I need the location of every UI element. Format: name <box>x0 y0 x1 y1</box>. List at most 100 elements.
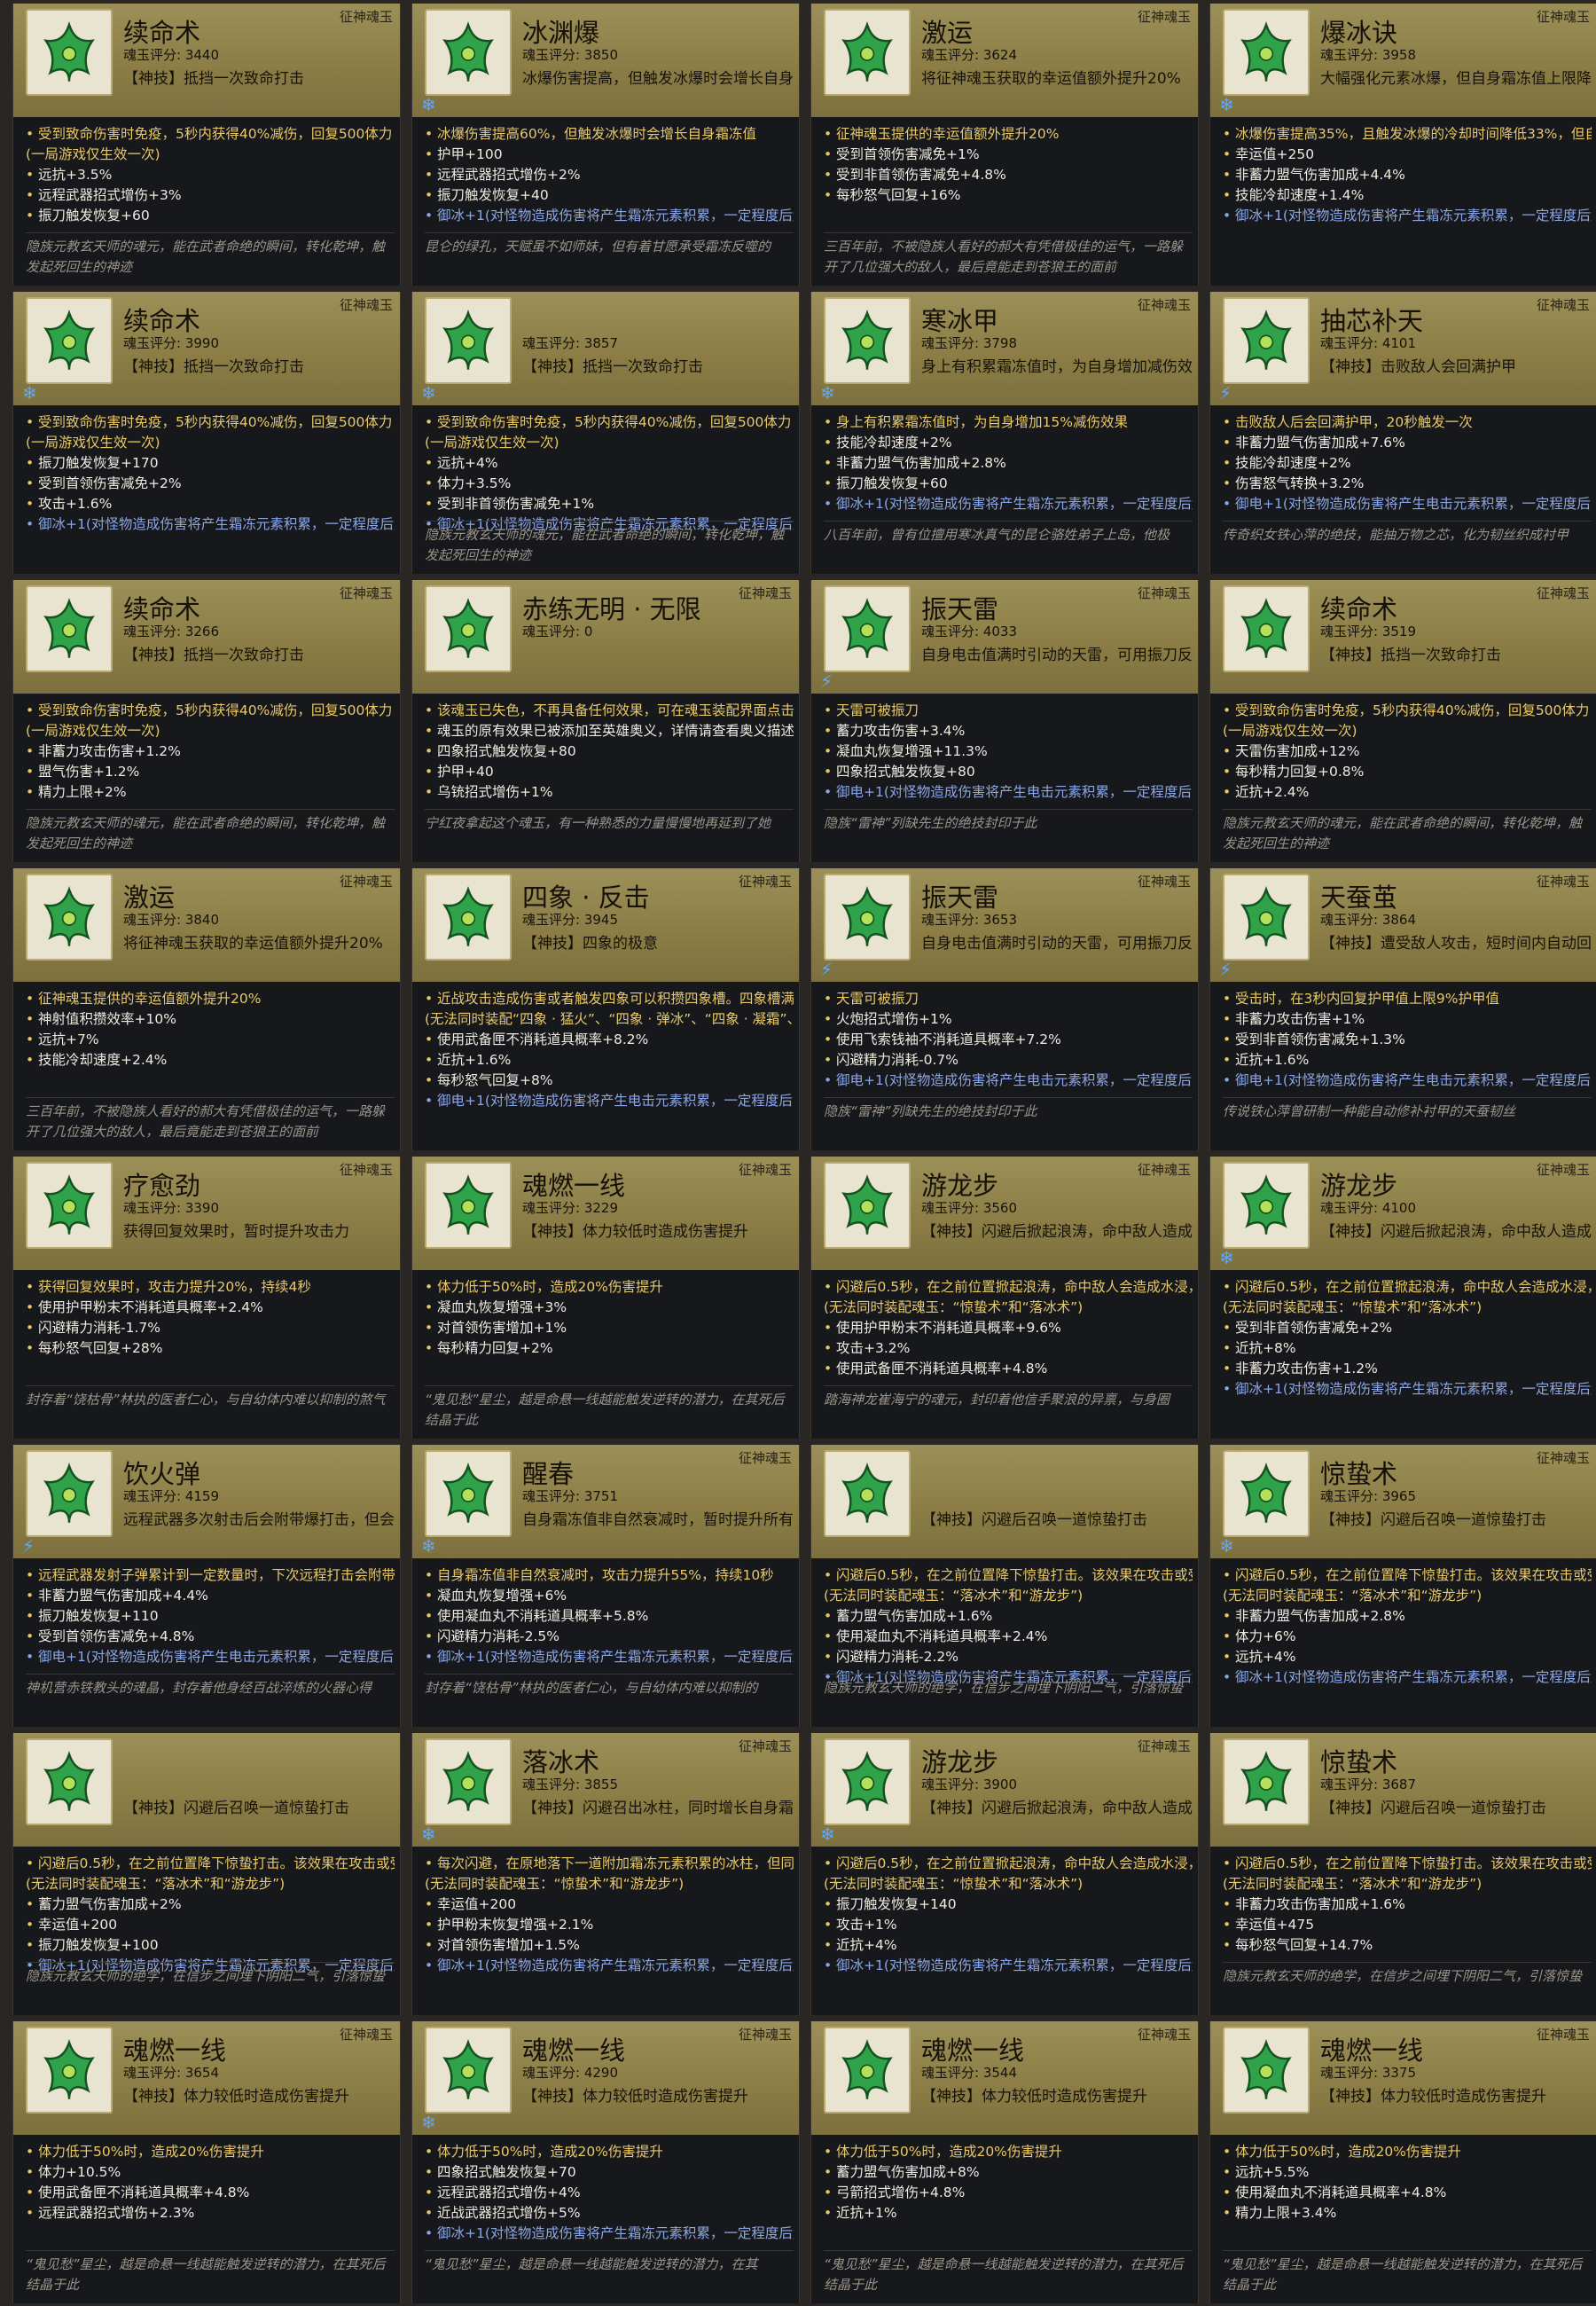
stat-line: • 非蓄力盟气伤害加成+7.6% <box>1223 435 1405 451</box>
jade-name: 魂燃一线 <box>522 2035 626 2066</box>
soul-jade-card[interactable]: 征神魂玉 疗愈劲 魂玉评分: 3390 获得回复效果时，暂时提升攻击力 • 获得回复效果时… <box>12 1157 401 1439</box>
soul-jade-card[interactable]: 征神魂玉 续命术 魂玉评分: 3519 【神技】抵挡一次致命打击 • 受到致命伤害时免疫，… <box>1209 580 1596 862</box>
jade-score: 魂玉评分: 4100 <box>1320 1200 1416 1216</box>
stat-line: • 体力低于50%时，造成20%伤害提升 <box>425 1279 663 1295</box>
soul-jade-card[interactable]: 征神魂玉 续命术 魂玉评分: 3440 【神技】抵挡一次致命打击 • 受到致命伤害时免疫，… <box>12 4 401 286</box>
soul-jade-card[interactable]: 征神魂玉 ❄ 续命术 魂玉评分: 3990 【神技】抵挡一次致命打击 • 受到致命伤害时免疫… <box>12 292 401 574</box>
jade-icon <box>26 2027 113 2114</box>
soul-jade-card[interactable]: 征神魂玉 激运 魂玉评分: 3840 将征神魂玉获取的幸运值额外提升20% • 征神魂玉提… <box>12 868 401 1150</box>
lore-text: 封存着“饶枯骨”林执的医者仁心，与自幼体内难以抑制的 <box>425 1674 794 1698</box>
stat-line: • 每秒怒气回复+14.7% <box>1223 1937 1373 1953</box>
stat-line: • 远抗+4% <box>1223 1649 1296 1665</box>
jade-icon <box>824 1450 911 1537</box>
stat-line: • 受到首领伤害减免+4.8% <box>26 1628 195 1644</box>
soul-jade-card[interactable]: 征神魂玉 ❄ 游龙步 魂玉评分: 4100 【神技】闪避后掀起浪涛，命中敌人造成水浸 • 闪… <box>1209 1157 1596 1439</box>
jade-score: 魂玉评分: 3654 <box>123 2065 219 2081</box>
card-tag: 征神魂玉 <box>1536 1450 1590 1466</box>
soul-jade-card[interactable]: 征神魂玉 游龙步 魂玉评分: 3560 【神技】闪避后掀起浪涛，命中敌人造成水浸 • 闪避… <box>810 1157 1199 1439</box>
stat-line: • 护甲粉末恢复增强+2.1% <box>425 1917 594 1933</box>
stat-line: • 攻击+1.6% <box>26 496 113 512</box>
soul-jade-card[interactable]: 征神魂玉 ❄ 游龙步 魂玉评分: 3900 【神技】闪避后掀起浪涛，命中敌人造成水浸 • 闪… <box>810 1733 1199 2015</box>
soul-jade-card[interactable]: 征神魂玉 ⚡ 振天雷 魂玉评分: 3653 自身电击值满时引动的天雷，可用振刀反射出 • 天… <box>810 868 1199 1150</box>
soul-jade-card[interactable]: 征神魂玉 赤练无明 · 无限 魂玉评分: 0 • 该魂玉已失色，不再具备任何效果，可在魂… <box>411 580 800 862</box>
card-tag: 征神魂玉 <box>738 1162 792 1178</box>
stat-line: • 使用武备匣不消耗道具概率+4.8% <box>26 2184 250 2200</box>
lore-text: 宁红夜拿起这个魂玉，有一种熟悉的力量慢慢地再延到了她 <box>425 809 794 834</box>
jade-score: 魂玉评分: 0 <box>522 624 593 639</box>
stat-line: • 远抗+7% <box>26 1031 99 1047</box>
soul-jade-card[interactable]: 征神魂玉 ❄ 落冰术 魂玉评分: 3855 【神技】闪避召出冰柱，同时增长自身霜冻值 • 每… <box>411 1733 800 2015</box>
soul-jade-card[interactable]: 征神魂玉 魂燃一线 魂玉评分: 3654 【神技】体力较低时造成伤害提升 • 体力低于50… <box>12 2021 401 2303</box>
stat-line: • 体力+3.5% <box>425 475 512 491</box>
jade-score: 魂玉评分: 3229 <box>522 1200 618 1216</box>
stat-line: • 受到致命伤害时免疫，5秒内获得40%减伤，回复500体力 <box>1223 702 1590 718</box>
element-icon: ❄ <box>421 1535 436 1557</box>
soul-jade-card[interactable]: ❄ 冰渊爆魂玉评分: 3850 冰爆伤害提高，但触发冰爆时会增长自身霜冻值 •冰爆伤害… <box>411 4 800 286</box>
card-tag: 征神魂玉 <box>1137 9 1191 25</box>
lore-text: 隐族元教玄天师的魂元，能在武者命绝的瞬间，转化乾坤，触发起死回生的神迹 <box>26 809 395 854</box>
card-tag: 征神魂玉 <box>1536 1162 1590 1178</box>
jade-icon <box>824 874 911 961</box>
stat-line: • 使用凝血丸不消耗道具概率+2.4% <box>824 1628 1048 1644</box>
soul-jade-card[interactable]: 征神魂玉 魂燃一线 魂玉评分: 3375 【神技】体力较低时造成伤害提升 • 体力低于50… <box>1209 2021 1596 2303</box>
stat-list: •闪避后0.5秒，在之前位置掀起浪涛，命中敌人会造成水浸，该效果在攻击或受击后1… <box>824 1277 1193 1379</box>
jade-effect: 【神技】闪避后掀起浪涛，命中敌人造成水浸 <box>921 1223 1193 1241</box>
jade-score: 魂玉评分: 3798 <box>921 335 1017 351</box>
soul-jade-card[interactable]: ❄ 魂玉评分: 3857 【神技】抵挡一次致命打击 • 受到致命伤害时免疫，5秒内获得4… <box>411 292 800 574</box>
stat-line: • 受到非首领伤害减免+2% <box>1223 1320 1393 1336</box>
soul-jade-card[interactable]: 征神魂玉 ❄ 寒冰甲 魂玉评分: 3798 身上有积累霜冻值时，为自身增加减伤效果 • 身上… <box>810 292 1199 574</box>
soul-jade-card[interactable]: 征神魂玉 ⚡ 振天雷 魂玉评分: 4033 自身电击值满时引动的天雷，可用振刀反射出 • 天… <box>810 580 1199 862</box>
element-icon: ⚡ <box>820 959 833 980</box>
soul-jade-card[interactable]: 征神魂玉 ❄ 爆冰诀 魂玉评分: 3958 大幅强化元素冰爆，但自身霜冻值上限降低 • 冰爆… <box>1209 4 1596 286</box>
soul-jade-card[interactable]: 征神魂玉 ⚡ 抽芯补天 魂玉评分: 4101 【神技】击败敌人会回满护甲 • 击败敌人后会回… <box>1209 292 1596 574</box>
jade-icon <box>824 297 911 384</box>
stat-line: •闪避后0.5秒，在之前位置降下惊蛰打击。该效果在攻击或受击后15秒内才会触发 <box>1223 1855 1592 1871</box>
stat-line: • 乌铳招式增伤+1% <box>425 784 553 800</box>
element-icon: ❄ <box>820 1824 835 1845</box>
soul-jade-card[interactable]: ⚡ 饮火弹魂玉评分: 4159 远程武器多次射击后会附带爆打击，但会使自身灼 •远程武… <box>12 1445 401 1727</box>
stat-line: • 振刀触发恢复+140 <box>824 1896 957 1912</box>
jade-icon <box>425 297 512 384</box>
soul-jade-card[interactable]: 惊蛰术 魂玉评分: 3687 【神技】闪避后召唤一道惊蛰打击 • 闪避后0.5秒，在之前… <box>1209 1733 1596 2015</box>
stat-list: • 受到致命伤害时免疫，5秒内获得40%减伤，回复500体力 (一局游戏仅生效一次)… <box>26 412 395 535</box>
jade-effect: 【神技】抵挡一次致命打击 <box>123 647 304 664</box>
soul-jade-card[interactable]: 征神魂玉 四象 · 反击 魂玉评分: 3945 【神技】四象的极意 • 近战攻击造成伤害或… <box>411 868 800 1150</box>
stat-list: • 体力低于50%时，造成20%伤害提升 • 远抗+5.5% • 使用凝血丸不消耗道具概率… <box>1223 2142 1592 2224</box>
soul-jade-card[interactable]: 征神魂玉 魂燃一线 魂玉评分: 3229 【神技】体力较低时造成伤害提升 • 体力低于50… <box>411 1157 800 1439</box>
stat-line: • 近战武器招式增伤+5% <box>425 2205 581 2221</box>
soul-jade-card[interactable]: 征神魂玉 ⚡ 天蚕茧魂玉评分: 3864 【神技】遭受敌人攻击，短时间内自动回复护甲值… <box>1209 868 1596 1150</box>
jade-score: 魂玉评分: 3850 <box>522 47 618 63</box>
jade-score: 魂玉评分: 3945 <box>522 912 618 928</box>
element-icon: ⚡ <box>22 1535 35 1557</box>
soul-jade-card[interactable]: 征神魂玉 ❄ 醒春魂玉评分: 3751 自身霜冻值非自然衰减时，暂时提升所有打击伤害 •… <box>411 1445 800 1727</box>
jade-score: 魂玉评分: 3965 <box>1320 1488 1416 1504</box>
soul-jade-card[interactable]: 征神魂玉 ❄ 魂燃一线 魂玉评分: 4290 【神技】体力较低时造成伤害提升 • 体力低于5… <box>411 2021 800 2303</box>
stat-line: • 身上有积累霜冻值时，为自身增加15%减伤效果 <box>824 414 1128 430</box>
stat-line: • 受到首领伤害减免+1% <box>824 146 980 162</box>
jade-icon <box>425 1738 512 1825</box>
element-icon: ❄ <box>820 382 835 404</box>
stat-line: •御冰+1(对怪物造成伤害将产生霜冻元素积累，一定程度后触发冰爆) <box>1223 208 1592 224</box>
stat-line: • 蓄力盟气伤害加成+8% <box>824 2164 980 2180</box>
stat-line: • 体力低于50%时，造成20%伤害提升 <box>1223 2144 1461 2160</box>
stat-list: • 受到致命伤害时免疫，5秒内获得40%减伤，回复500体力 (一局游戏仅生效一次)… <box>425 412 794 535</box>
soul-jade-card[interactable]: 征神魂玉 续命术 魂玉评分: 3266 【神技】抵挡一次致命打击 • 受到致命伤害时免疫，… <box>12 580 401 862</box>
soul-jade-card[interactable]: 征神魂玉 激运 魂玉评分: 3624 将征神魂玉获取的幸运值额外提升20% • 征神魂玉提… <box>810 4 1199 286</box>
jade-name: 饮火弹 <box>123 1459 201 1489</box>
soul-jade-card[interactable]: 征神魂玉 ❄ 惊蛰术 魂玉评分: 3965 【神技】闪避后召唤一道惊蛰打击 • 闪避后0.5… <box>1209 1445 1596 1727</box>
stat-list: • 体力低于50%时，造成20%伤害提升 • 蓄力盟气伤害加成+8% • 弓箭招式增伤+4… <box>824 2142 1193 2224</box>
soul-jade-card[interactable]: 【神技】闪避后召唤一道惊蛰打击 • 闪避后0.5秒，在之前位置降下惊蛰打击。该效果在… <box>12 1733 401 2015</box>
stat-list: • 征神魂玉提供的幸运值额外提升20% • 神射值积攒效率+10% • 远抗+7% • 技能冷… <box>26 989 395 1071</box>
lore-text: “鬼见愁”星尘，越是命悬一线越能触发逆转的潜力，在其死后结晶于此 <box>425 1385 794 1431</box>
soul-jade-card[interactable]: 征神魂玉 魂燃一线 魂玉评分: 3544 【神技】体力较低时造成伤害提升 • 体力低于50… <box>810 2021 1199 2303</box>
card-tag: 征神魂玉 <box>1137 585 1191 601</box>
soul-jade-card[interactable]: 【神技】闪避后召唤一道惊蛰打击 • 闪避后0.5秒，在之前位置降下惊蛰打击。该效果在… <box>810 1445 1199 1727</box>
card-tag: 征神魂玉 <box>1137 1162 1191 1178</box>
jade-name: 抽芯补天 <box>1320 306 1424 336</box>
stat-line: • 远抗+4% <box>425 455 498 471</box>
stat-line: •该魂玉已失色，不再具备任何效果，可在魂玉装配界面点击该魂玉，重塑为其他魂玉。 <box>425 702 794 718</box>
stat-line: •御电+1(对怪物造成伤害将产生电击元素积累，一定程度后引动天雷) <box>26 1649 395 1665</box>
jade-icon <box>1223 874 1310 961</box>
lore-text: 隐族元教玄天师的魂元，能在武者命绝的瞬间，转化乾坤，触发起死回生的神迹 <box>1223 809 1592 854</box>
stat-line: • 受到致命伤害时免疫，5秒内获得40%减伤，回复500体力 <box>26 126 393 142</box>
